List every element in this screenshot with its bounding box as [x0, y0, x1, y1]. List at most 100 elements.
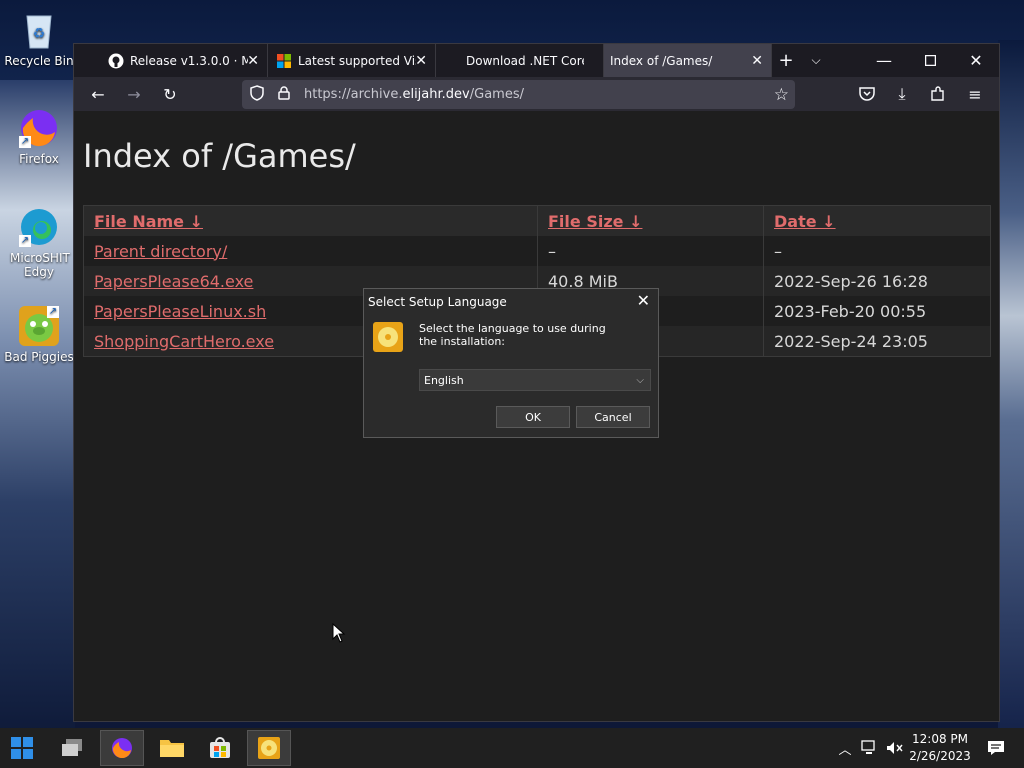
ok-button[interactable]: OK	[496, 406, 570, 428]
new-tab-button[interactable]: +	[774, 44, 798, 77]
page-title: Index of /Games/	[83, 137, 356, 175]
tab-github-release[interactable]: Release v1.3.0.0 · Mic ✕	[100, 44, 268, 77]
tab-title: Index of /Games/	[610, 53, 713, 68]
tab-list-chevron-icon[interactable]: ⌵	[804, 44, 828, 77]
file-date-cell: –	[774, 241, 782, 261]
firefox-icon: ↗	[17, 106, 61, 150]
taskbar: ︿ 12:08 PM 2/26/2023	[0, 728, 1024, 768]
lock-icon[interactable]	[278, 85, 290, 104]
forward-button[interactable]: →	[117, 77, 151, 111]
firefox-icon	[112, 738, 132, 759]
tab-title: Release v1.3.0.0 · Mic	[130, 53, 248, 68]
tab-close-icon[interactable]: ✕	[247, 53, 259, 69]
svg-text:♻: ♻	[33, 26, 46, 42]
shield-icon[interactable]	[250, 84, 264, 105]
cancel-button[interactable]: Cancel	[576, 406, 650, 428]
network-icon[interactable]	[859, 728, 881, 768]
table-header-row: File Name ↓ File Size ↓ Date ↓	[84, 206, 990, 236]
reload-button[interactable]: ↻	[153, 77, 187, 111]
extensions-icon[interactable]	[921, 77, 955, 111]
shortcut-arrow-icon: ↗	[47, 306, 59, 318]
tab-close-icon[interactable]: ✕	[751, 53, 763, 69]
desktop-icon-label: Bad Piggies	[4, 350, 74, 364]
tab-title: Download .NET Core	[466, 53, 584, 68]
url-text[interactable]: https://archive.elijahr.dev/Games/	[304, 87, 524, 102]
clock-time: 12:08 PM	[912, 732, 968, 746]
notifications-icon[interactable]	[984, 728, 1008, 768]
tab-title: Latest supported Visu	[298, 53, 416, 68]
bookmark-star-icon[interactable]: ☆	[774, 85, 789, 105]
maximize-button[interactable]	[907, 44, 953, 77]
nav-toolbar: ← → ↻ https://archive.elijahr.dev/Games/…	[74, 77, 999, 111]
file-size-cell: –	[538, 236, 764, 266]
desktop-icon-firefox[interactable]: ↗ Firefox	[2, 106, 76, 166]
file-name-cell: Parent directory/	[84, 236, 538, 266]
shortcut-arrow-icon: ↗	[19, 235, 31, 247]
microsoft-icon	[276, 53, 292, 69]
file-date-cell: 2023-Feb-20 00:55	[774, 301, 927, 321]
file-date-cell: 2022-Sep-26 16:28	[774, 271, 928, 291]
pocket-icon[interactable]	[850, 77, 884, 111]
sort-date-link[interactable]: Date ↓	[774, 212, 836, 231]
desktop-icon-recycle-bin[interactable]: ♻ Recycle Bin	[2, 8, 76, 68]
taskbar-file-explorer[interactable]	[150, 730, 194, 766]
table-row: Parent directory/ – –	[84, 236, 990, 266]
dotnet-icon	[444, 53, 460, 69]
tab-close-icon[interactable]: ✕	[415, 53, 427, 69]
bad-piggies-icon: ↗	[17, 304, 61, 348]
tab-visual-cpp[interactable]: Latest supported Visu ✕	[268, 44, 436, 77]
taskbar-setup[interactable]	[247, 730, 291, 766]
back-button[interactable]: ←	[81, 77, 115, 111]
file-link[interactable]: Parent directory/	[94, 242, 227, 261]
tab-dotnet-download[interactable]: Download .NET Core	[436, 44, 604, 77]
language-select-value: English	[424, 373, 464, 387]
taskbar-firefox[interactable]	[100, 730, 144, 766]
wallpaper-right	[998, 40, 1024, 730]
downloads-icon[interactable]: ⤓	[885, 77, 919, 111]
desktop-icon-bad-piggies[interactable]: ↗ Bad Piggies	[2, 304, 76, 364]
minimize-button[interactable]: —	[861, 44, 907, 77]
edge-icon: ↗	[17, 205, 61, 249]
setup-disc-icon	[373, 322, 403, 352]
taskbar-clock[interactable]: 12:08 PM 2/26/2023	[905, 731, 975, 765]
show-hidden-icons-chevron-icon[interactable]: ︿	[836, 728, 854, 768]
tab-strip: Release v1.3.0.0 · Mic ✕ Latest supporte…	[74, 44, 999, 77]
sort-file-size-link[interactable]: File Size ↓	[548, 212, 642, 231]
desktop-icon-label: Recycle Bin	[4, 54, 74, 68]
desktop-icon-label: Firefox	[19, 152, 59, 166]
desktop-icon-label: MicroSHIT Edgy	[10, 251, 70, 279]
dialog-message: Select the language to use during the in…	[419, 322, 606, 348]
close-window-button[interactable]: ✕	[953, 44, 999, 77]
volume-muted-icon[interactable]	[884, 728, 906, 768]
file-link[interactable]: PapersPlease64.exe	[94, 272, 253, 291]
setup-language-dialog: Select Setup Language ✕ Select the langu…	[363, 288, 659, 438]
url-scheme: https://archive.	[304, 87, 403, 102]
taskbar-store[interactable]	[198, 730, 242, 766]
recycle-bin-icon: ♻	[17, 8, 61, 52]
github-icon	[108, 53, 124, 69]
setup-disc-icon	[258, 737, 280, 759]
file-date-cell: 2022-Sep-24 23:05	[774, 331, 928, 351]
dialog-close-button[interactable]: ✕	[637, 291, 650, 310]
folder-icon	[160, 740, 184, 757]
url-path: /Games/	[469, 87, 524, 102]
menu-hamburger-icon[interactable]: ≡	[958, 77, 992, 111]
desktop-icon-edge[interactable]: ↗ MicroSHIT Edgy	[2, 205, 76, 279]
header-file-name[interactable]: File Name ↓	[84, 206, 538, 236]
language-select[interactable]: English ⌵	[419, 369, 651, 391]
url-bar[interactable]: https://archive.elijahr.dev/Games/ ☆	[242, 80, 795, 109]
chevron-down-icon: ⌵	[636, 374, 644, 386]
dialog-title: Select Setup Language	[368, 295, 507, 309]
windows-logo-icon	[11, 737, 33, 759]
task-view-button[interactable]	[50, 730, 94, 766]
start-button[interactable]	[0, 730, 44, 766]
header-file-size[interactable]: File Size ↓	[538, 206, 764, 236]
file-link[interactable]: PapersPleaseLinux.sh	[94, 302, 266, 321]
header-date[interactable]: Date ↓	[764, 206, 990, 236]
tab-index-games[interactable]: Index of /Games/ ✕	[604, 44, 772, 77]
mouse-cursor-icon	[332, 622, 346, 647]
clock-date: 2/26/2023	[909, 749, 971, 763]
sort-file-name-link[interactable]: File Name ↓	[94, 212, 203, 231]
file-link[interactable]: ShoppingCartHero.exe	[94, 332, 274, 351]
wallpaper-left	[0, 80, 75, 730]
